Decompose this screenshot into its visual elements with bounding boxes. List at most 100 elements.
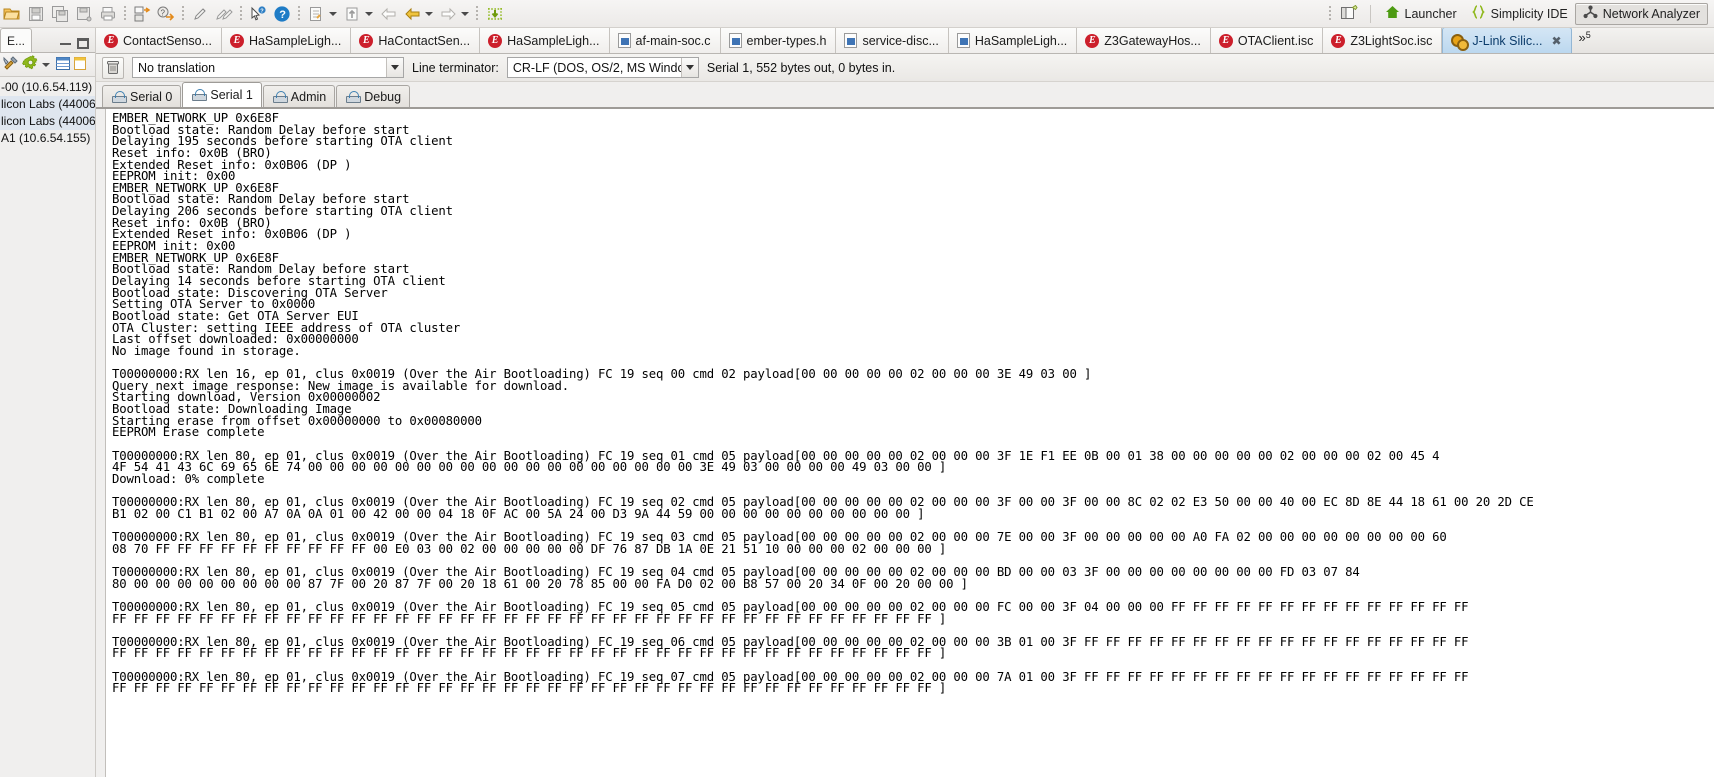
console-line: Starting erase from offset 0x00000000 to… — [112, 413, 482, 428]
editor-tab-af-main-soc-c[interactable]: af-main-soc.c — [609, 28, 721, 53]
svg-text:?: ? — [260, 8, 264, 14]
perspective-network-analyzer[interactable]: Network Analyzer — [1574, 2, 1708, 25]
save-icon[interactable] — [24, 2, 48, 26]
serial-icon — [345, 90, 362, 103]
open-perspective-icon[interactable] — [1335, 2, 1363, 26]
new-doc-icon[interactable] — [304, 2, 328, 26]
editor-tab-ember-types-h[interactable]: ember-types.h — [720, 28, 837, 53]
tab-serial-1-label: Serial 1 — [210, 88, 253, 102]
toolbar-separator — [298, 5, 300, 22]
minimize-icon[interactable] — [60, 42, 71, 45]
chevron-down-icon[interactable] — [386, 58, 403, 77]
open-folder-icon[interactable] — [0, 2, 24, 26]
editor-tabs-overflow[interactable]: » 5 — [1572, 28, 1598, 53]
perspective-divider — [1369, 4, 1371, 23]
device-list-item[interactable]: licon Labs (440069 — [0, 113, 95, 130]
close-icon[interactable]: ✖ — [1551, 34, 1561, 48]
console-gutter — [96, 109, 106, 777]
editor-tab-otaclient-isc[interactable]: E OTAClient.isc — [1210, 28, 1324, 53]
back-icon[interactable] — [400, 2, 424, 26]
console-output-area[interactable]: EMBER_NETWORK_UP 0x6E8F Bootload state: R… — [96, 108, 1714, 777]
chip-icon[interactable] — [482, 2, 508, 26]
editor-tab-contactsensor[interactable]: E ContactSenso... — [96, 28, 222, 53]
console-output-text[interactable]: EMBER_NETWORK_UP 0x6E8F Bootload state: R… — [106, 109, 1714, 777]
trash-icon[interactable] — [102, 56, 124, 79]
console-line: Starting download, Version 0x00000002 — [112, 390, 381, 405]
left-panel-tabbar: E... — [0, 28, 95, 53]
console-line: EEPROM Erase complete — [112, 425, 265, 440]
device-list-item[interactable]: A1 (10.6.54.155) — [0, 130, 95, 147]
editor-tab-z3lightsoc-isc[interactable]: E Z3LightSoc.isc — [1323, 28, 1443, 53]
debug-run-icon[interactable]: ? — [154, 2, 178, 26]
console-line: Bootload state: Discovering OTA Server — [112, 285, 388, 300]
tab-serial-1[interactable]: Serial 1 — [182, 82, 262, 107]
editor-tabbar: E ContactSenso... E HaSampleLigh... E Ha… — [96, 28, 1714, 54]
chevron-down-icon[interactable] — [425, 11, 433, 16]
left-panel-tab[interactable]: E... — [0, 28, 33, 52]
device-list-item[interactable]: licon Labs (440062 — [0, 96, 95, 113]
isc-file-icon: E — [104, 33, 118, 48]
left-panel-toolbar — [0, 53, 95, 77]
toolbar-separator — [182, 5, 184, 22]
isc-file-icon: E — [359, 33, 374, 48]
chevron-down-icon[interactable] — [42, 62, 50, 67]
console-line: Extended Reset info: 0x0B06 (DP ) — [112, 157, 352, 172]
chevron-down-icon[interactable] — [365, 11, 373, 16]
editor-tab-service-disc[interactable]: service-disc... — [836, 28, 949, 53]
toolbar-group-pins — [188, 0, 236, 27]
editor-tab-label: Z3LightSoc.isc — [1350, 33, 1433, 48]
translation-combo-value: No translation — [138, 60, 216, 75]
left-panel: E... -00 (10.6.54.119) licon Labs (44006… — [0, 28, 96, 777]
console-line: 4F 54 41 43 6C 69 65 6E 74 00 00 00 00 0… — [112, 460, 947, 475]
toolbar-separator — [124, 5, 126, 22]
panel-icon[interactable] — [73, 56, 87, 74]
perspective-network-analyzer-label: Network Analyzer — [1602, 6, 1700, 21]
editor-tab-hacontactsensor[interactable]: E HaContactSen... — [351, 28, 481, 53]
perspective-launcher[interactable]: Launcher — [1378, 3, 1464, 25]
editor-tab-label: af-main-soc.c — [635, 33, 711, 48]
console-line: Delaying 195 seconds before starting OTA… — [112, 134, 453, 149]
c-file-icon — [956, 33, 970, 48]
perspective-simplicity-ide[interactable]: Simplicity IDE — [1464, 3, 1575, 25]
cursor-help-icon[interactable]: ? — [246, 2, 270, 26]
editor-tab-hasamplelight-3[interactable]: HaSampleLigh... — [948, 28, 1078, 53]
translation-combo[interactable]: No translation — [132, 57, 404, 78]
console-toolbar: No translation Line terminator: CR-LF (D… — [96, 54, 1714, 82]
forward-icon[interactable] — [436, 2, 460, 26]
editor-tab-label: HaSampleLigh... — [248, 33, 342, 48]
tools-icon[interactable] — [3, 55, 20, 74]
maximize-icon[interactable] — [77, 38, 89, 49]
console-line: Download: 0% complete — [112, 471, 265, 486]
editor-tab-hasamplelight-2[interactable]: E HaSampleLigh... — [480, 28, 610, 53]
print-icon[interactable] — [96, 2, 120, 26]
save-all-icon[interactable] — [48, 2, 72, 26]
line-terminator-combo[interactable]: CR-LF (DOS, OS/2, MS Windows) — [506, 57, 699, 78]
line-terminator-combo-value: CR-LF (DOS, OS/2, MS Windows) — [512, 60, 681, 75]
tab-serial-0-label: Serial 0 — [130, 89, 173, 104]
editor-tab-jlink-silicon-labs[interactable]: J-Link Silic... ✖ — [1442, 28, 1572, 53]
gear-icon[interactable] — [22, 55, 39, 74]
svg-text:?: ? — [279, 9, 286, 21]
build-icon[interactable] — [130, 2, 154, 26]
chevron-down-icon[interactable] — [680, 58, 698, 77]
help-icon[interactable]: ? — [270, 2, 294, 26]
device-list-item[interactable]: -00 (10.6.54.119) — [0, 79, 95, 96]
pins-icon[interactable] — [212, 2, 236, 26]
tab-debug[interactable]: Debug — [336, 85, 411, 107]
upload-icon[interactable] — [340, 2, 364, 26]
save-as-icon[interactable] — [72, 2, 96, 26]
back-small-icon[interactable] — [376, 2, 400, 26]
perspective-launcher-label: Launcher — [1404, 6, 1457, 21]
toolbar-separator — [476, 5, 478, 22]
console-line: FF FF FF FF FF FF FF FF FF FF FF FF FF F… — [112, 681, 947, 696]
table-icon[interactable] — [55, 56, 71, 74]
tab-serial-0[interactable]: Serial 0 — [102, 85, 182, 107]
editor-tab-z3gatewayhost[interactable]: E Z3GatewayHos... — [1077, 28, 1211, 53]
console-line: B1 02 00 C1 B1 02 00 A7 0A 0A 01 00 42 0… — [112, 506, 925, 521]
pin-icon[interactable] — [188, 2, 212, 26]
network-icon — [1583, 5, 1598, 22]
chevron-down-icon[interactable] — [461, 11, 469, 16]
chevron-down-icon[interactable] — [329, 11, 337, 16]
editor-tab-hasamplelight-1[interactable]: E HaSampleLigh... — [221, 28, 352, 53]
tab-admin[interactable]: Admin — [262, 85, 336, 107]
